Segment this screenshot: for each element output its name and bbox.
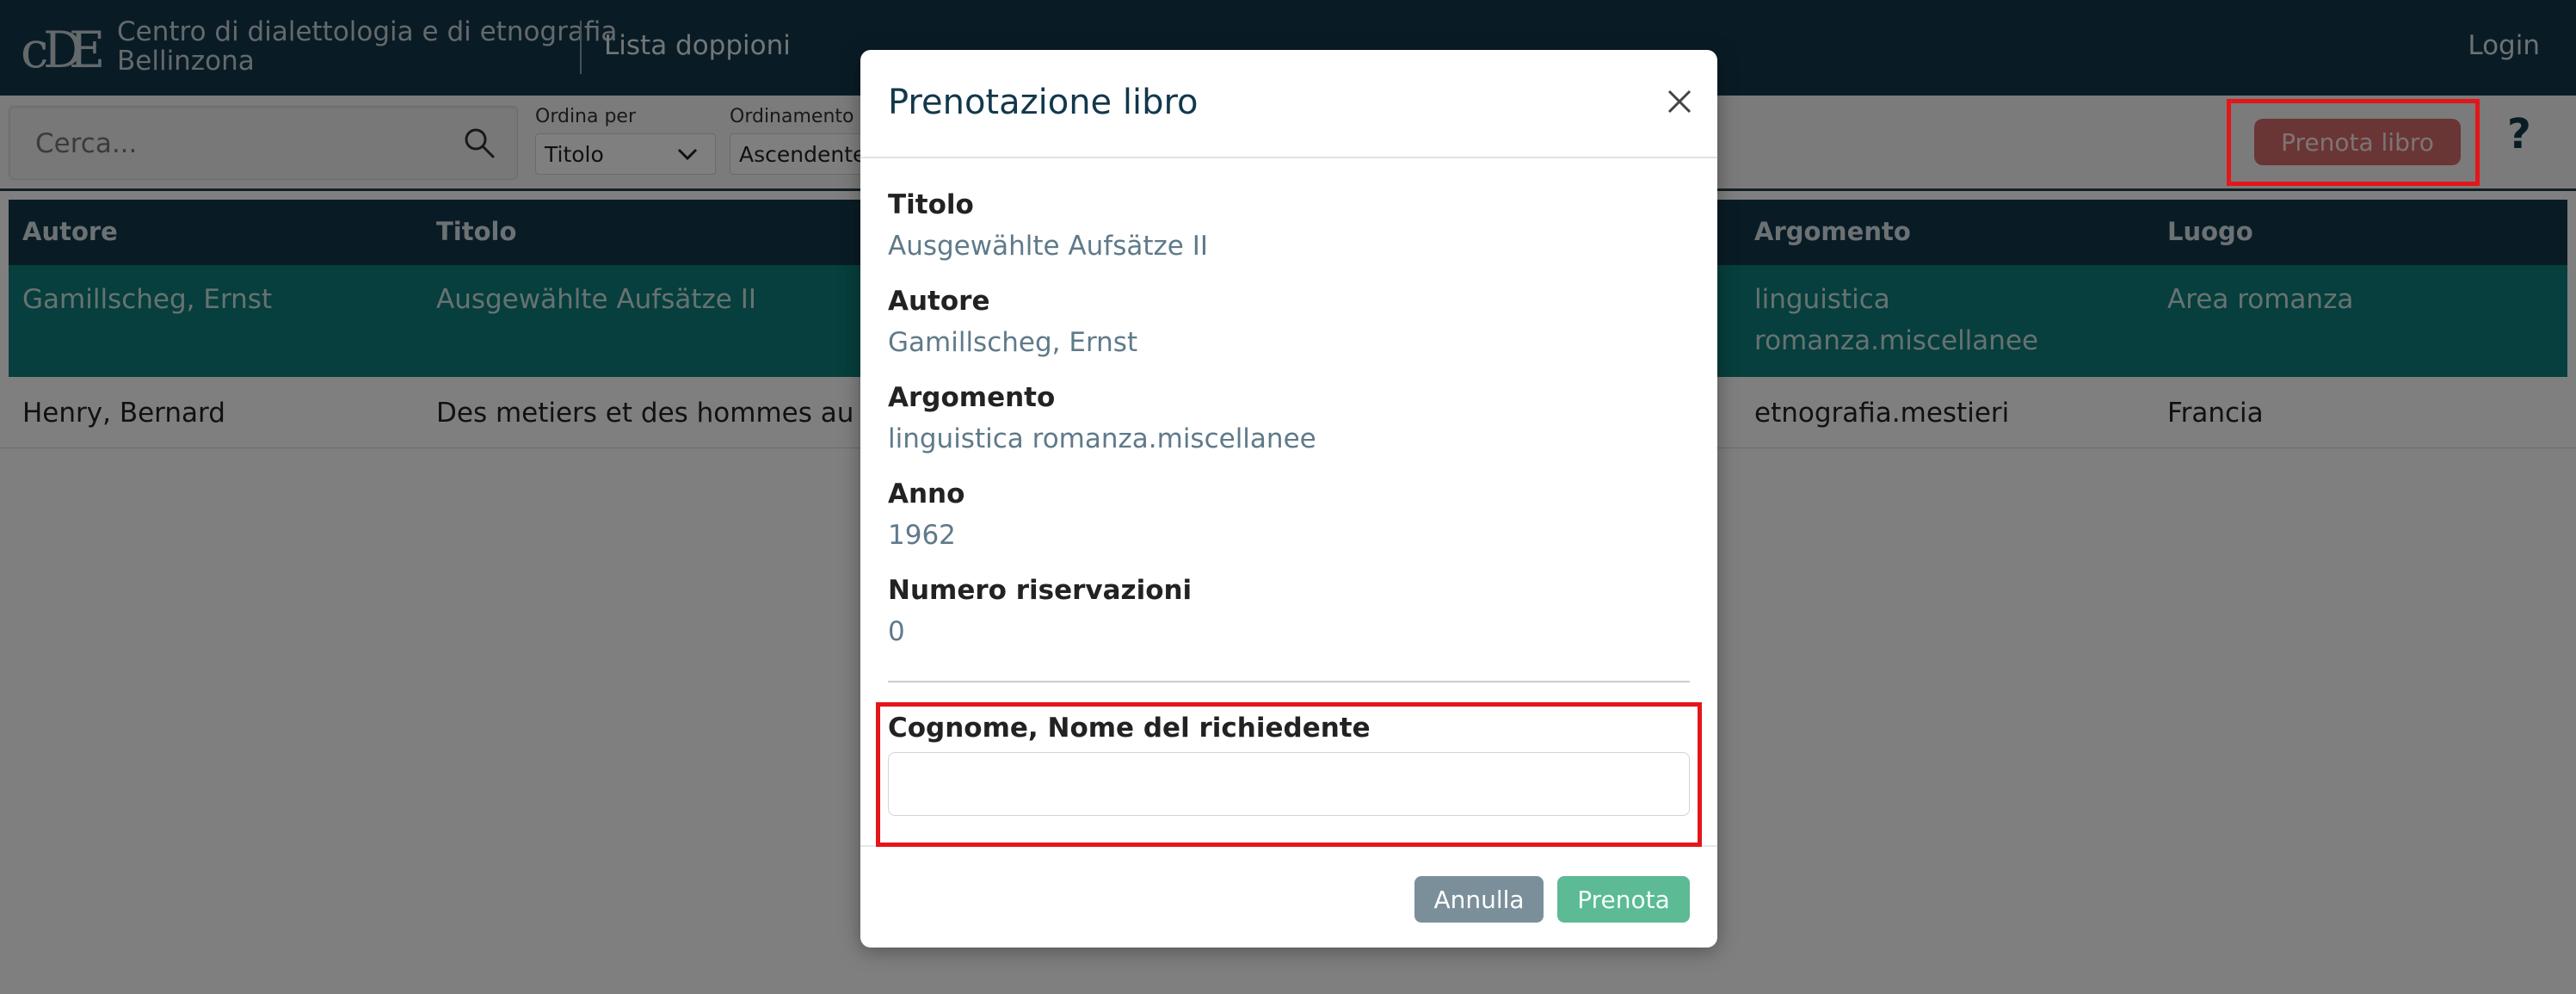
field-value-anno: 1962 [888,520,956,551]
highlight-reserve-button [2227,99,2480,186]
cancel-button[interactable]: Annulla [1414,876,1544,923]
field-value-riservazioni: 0 [888,616,905,647]
field-value-titolo: Ausgewählte Aufsätze II [888,231,1208,262]
field-value-autore: Gamillscheg, Ernst [888,327,1138,358]
submit-reservation-button[interactable]: Prenota [1557,876,1690,923]
form-divider [888,681,1690,682]
highlight-requester-field [876,702,1702,847]
field-label-argomento: Argomento [888,382,1056,413]
field-label-riservazioni: Numero riservazioni [888,575,1192,606]
field-value-argomento: linguistica romanza.miscellanee [888,423,1316,454]
modal-header-divider [860,157,1717,158]
close-icon[interactable] [1662,84,1697,119]
field-label-anno: Anno [888,478,965,509]
modal-title: Prenotazione libro [888,83,1199,122]
field-label-autore: Autore [888,286,990,317]
field-label-titolo: Titolo [888,189,974,220]
